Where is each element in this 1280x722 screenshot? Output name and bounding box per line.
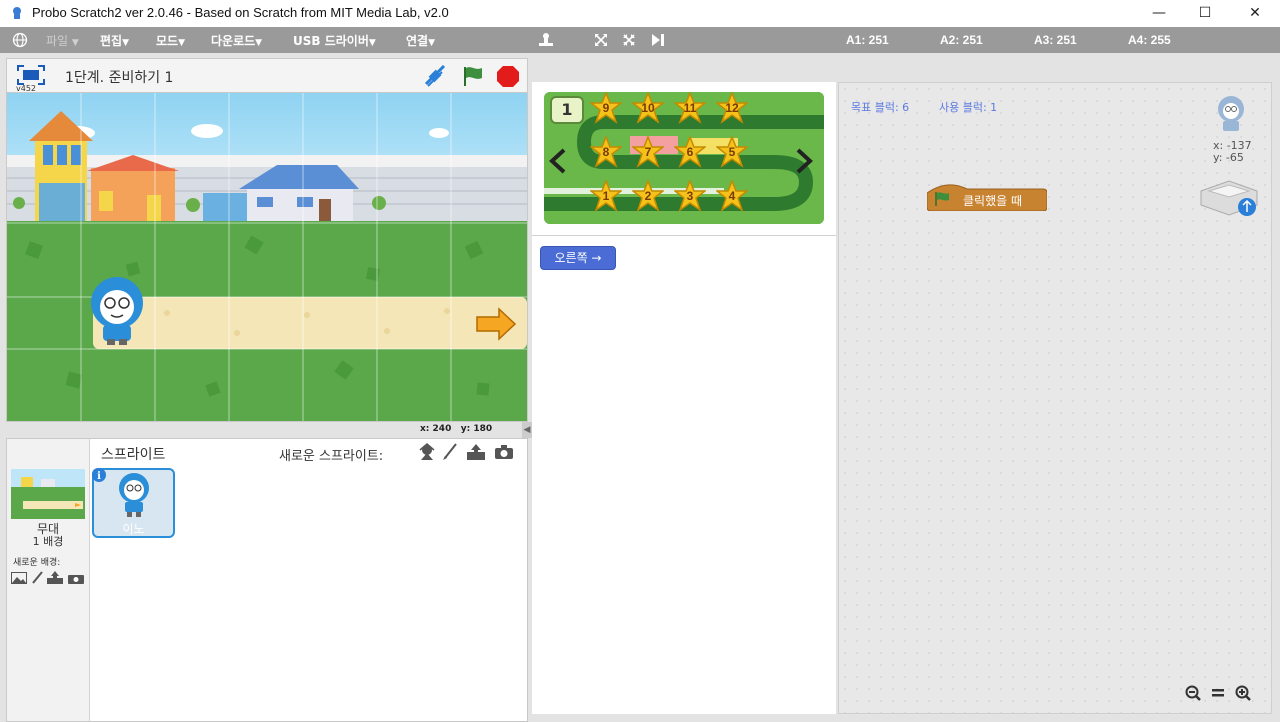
block-flag-icon [935, 192, 949, 206]
level-star-number: 10 [641, 101, 655, 115]
sensor-a1: A1: 251 [846, 33, 889, 47]
sensor-a2: A2: 251 [940, 33, 983, 47]
level-star-number: 2 [644, 189, 652, 203]
when-flag-clicked-block[interactable]: 클릭했을 때 [927, 183, 1047, 211]
sprite-thumbnail-ino[interactable]: i 이노 [92, 468, 175, 538]
grow-icon[interactable] [593, 32, 609, 48]
level-star-number: 7 [644, 145, 652, 159]
level-star[interactable]: 5 [714, 134, 750, 168]
menu-file[interactable]: 파일 ▼ [46, 32, 79, 49]
new-sprite-label: 새로운 스프라이트: [279, 449, 384, 464]
sprite-y: y: -65 [1213, 151, 1244, 164]
level-map[interactable]: 1 9 10 11 12 8 7 6 5 1 2 3 4 [544, 92, 824, 224]
app-icon [13, 7, 21, 19]
level-star-number: 9 [602, 101, 610, 115]
menu-bar: 파일 ▼ 편집▼ 모드▼ 다운로드▼ USB 드라이버▼ 연결▼ A1: 251… [0, 27, 1280, 53]
title-bar: Probo Scratch2 ver 2.0.46 - Based on Scr… [0, 0, 1280, 27]
level-star[interactable]: 11 [672, 92, 708, 124]
level-star[interactable]: 9 [588, 92, 624, 124]
stage-thumbnail[interactable] [11, 469, 85, 519]
menu-download[interactable]: 다운로드▼ [211, 32, 262, 49]
sprite-name: 이노 [122, 522, 145, 536]
level-badge: 1 [550, 96, 584, 124]
paint-sprite-icon[interactable] [442, 443, 458, 461]
stage[interactable] [6, 92, 528, 422]
sprites-header: 스프라이트 [101, 447, 166, 463]
level-star-number: 12 [725, 101, 739, 115]
level-star-number: 4 [728, 189, 736, 203]
level-star[interactable]: 2 [630, 178, 666, 212]
usb-connection-icon[interactable] [423, 65, 447, 87]
level-star-number: 11 [683, 101, 697, 115]
zoom-reset-icon[interactable] [1211, 685, 1225, 701]
stage-coordinates: x: 240 y: 180 [420, 424, 493, 434]
prev-level-icon[interactable] [548, 148, 568, 174]
minimize-button[interactable]: — [1136, 0, 1182, 27]
camera-backdrop-icon[interactable] [68, 572, 84, 585]
menu-usb-driver[interactable]: USB 드라이버▼ [293, 32, 376, 49]
presentation-mode-icon[interactable] [17, 65, 45, 85]
robot-device-icon [1200, 180, 1258, 216]
stage-title: 1단계. 준비하기 1 [65, 70, 174, 86]
sprite-library-icon[interactable] [418, 443, 436, 461]
next-level-icon[interactable] [794, 148, 814, 174]
level-star[interactable]: 8 [588, 134, 624, 168]
camera-sprite-icon[interactable] [494, 444, 514, 460]
level-star[interactable]: 7 [630, 134, 666, 168]
hat-block-label: 클릭했을 때 [963, 194, 1023, 208]
level-star-number: 8 [602, 145, 610, 159]
globe-icon[interactable] [12, 32, 28, 48]
menu-connect[interactable]: 연결▼ [406, 32, 435, 49]
shrink-icon[interactable] [621, 32, 637, 48]
backdrop-library-icon[interactable] [11, 572, 27, 584]
close-button[interactable]: ✕ [1232, 0, 1278, 27]
level-star[interactable]: 6 [672, 134, 708, 168]
new-backdrop-label: 새로운 배경: [13, 558, 61, 568]
level-star[interactable]: 10 [630, 92, 666, 124]
sensor-a4: A4: 255 [1128, 33, 1171, 47]
stamp-icon[interactable] [537, 32, 555, 48]
level-star-number: 3 [686, 189, 694, 203]
green-flag-icon[interactable] [461, 65, 485, 87]
stage-canvas [7, 93, 527, 421]
svg-text:i: i [97, 471, 101, 482]
zoom-out-icon[interactable] [1185, 685, 1201, 701]
stop-icon[interactable] [496, 65, 520, 87]
sensor-a3: A3: 251 [1034, 33, 1077, 47]
level-star[interactable]: 1 [588, 178, 624, 212]
used-blocks-label: 사용 블럭: 1 [939, 101, 998, 114]
current-sprite-icon [1218, 96, 1244, 131]
paint-backdrop-icon[interactable] [31, 571, 43, 585]
level-star-number: 5 [728, 145, 736, 159]
palette-divider [532, 235, 836, 236]
ino-sprite-image [119, 473, 149, 517]
upload-backdrop-icon[interactable] [47, 571, 63, 585]
level-star-number: 1 [602, 189, 610, 203]
menu-mode[interactable]: 모드▼ [156, 32, 185, 49]
window-title: Probo Scratch2 ver 2.0.46 - Based on Scr… [32, 5, 449, 20]
block-palette: 1 9 10 11 12 8 7 6 5 1 2 3 4 오른쪽 → [532, 82, 836, 714]
menu-edit[interactable]: 편집▼ [100, 32, 129, 49]
info-icon[interactable]: i [92, 468, 106, 482]
scripts-area[interactable]: 목표 블럭: 6 사용 블럭: 1 x: -137 y: -65 클릭했을 때 [838, 82, 1272, 714]
level-star-number: 6 [686, 145, 694, 159]
backdrop-count: 1 배경 [32, 535, 64, 548]
sprite-pane: 스프라이트 새로운 스프라이트: 무대 1 배경 새로운 배경: i 이노 [6, 438, 528, 722]
level-star[interactable]: 12 [714, 92, 750, 124]
stage-header: v452 1단계. 준비하기 1 [6, 58, 528, 93]
maximize-button[interactable]: ☐ [1182, 0, 1228, 27]
level-star[interactable]: 4 [714, 178, 750, 212]
step-icon[interactable] [650, 32, 666, 48]
collapse-stage-button[interactable]: ◀ [522, 422, 532, 438]
coord-y: 180 [473, 424, 493, 434]
goal-blocks-label: 목표 블럭: 6 [851, 101, 910, 114]
move-right-block[interactable]: 오른쪽 → [540, 246, 616, 270]
coord-x: 240 [432, 424, 452, 434]
upload-sprite-icon[interactable] [466, 443, 486, 461]
level-star[interactable]: 3 [672, 178, 708, 212]
zoom-in-icon[interactable] [1235, 685, 1251, 701]
